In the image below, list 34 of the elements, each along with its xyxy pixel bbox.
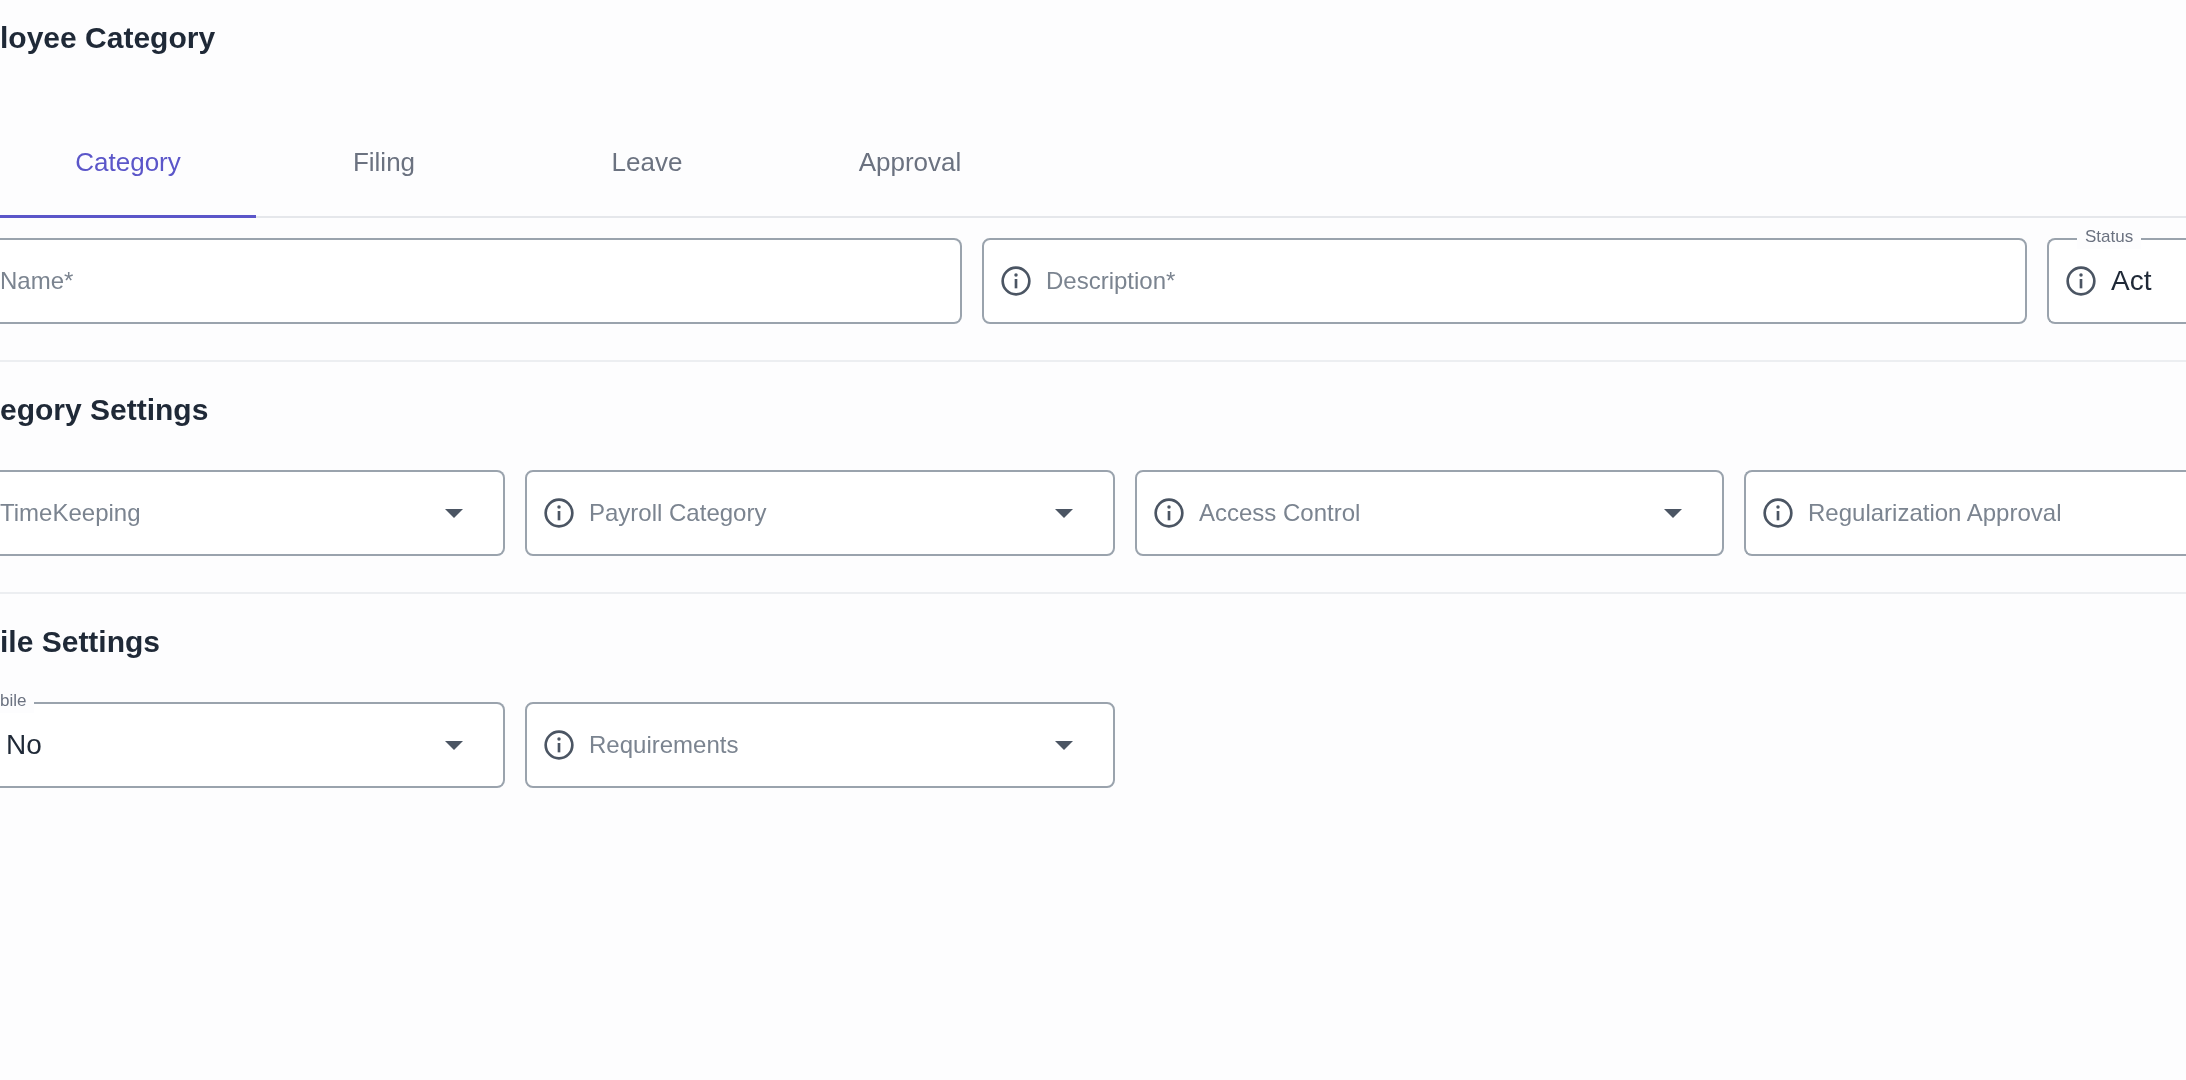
- field-value: Act: [2111, 264, 2152, 298]
- info-icon: [1153, 497, 1185, 529]
- info-icon: [1762, 497, 1794, 529]
- input-field[interactable]: Name*: [0, 238, 962, 324]
- info-icon: [1000, 265, 1032, 297]
- info-icon: [543, 497, 575, 529]
- text-input[interactable]: Description*: [1046, 263, 2025, 299]
- section-heading: ile Settings: [0, 624, 161, 660]
- caret-icon[interactable]: [1664, 508, 1682, 518]
- text-input[interactable]: Payroll Category: [589, 495, 1041, 531]
- tab[interactable]: Approval: [782, 110, 1038, 218]
- text-input[interactable]: Requirements: [589, 727, 1041, 763]
- info-icon: [543, 729, 575, 761]
- text-input[interactable]: Access Control: [1199, 495, 1650, 531]
- tab[interactable]: Filing: [256, 110, 512, 218]
- text-input[interactable]: Name*: [0, 263, 960, 299]
- input-field[interactable]: Description*: [982, 238, 2027, 324]
- info-icon: [2065, 265, 2097, 297]
- text-input[interactable]: Regularization Approval: [1808, 495, 2186, 531]
- text-input[interactable]: TimeKeeping: [0, 495, 431, 531]
- caret-icon[interactable]: [1055, 740, 1073, 750]
- dropdown-field[interactable]: TimeKeeping: [0, 470, 505, 556]
- dropdown-field[interactable]: Requirements: [525, 702, 1115, 788]
- dropdown-field[interactable]: Access Control: [1135, 470, 1724, 556]
- dropdown-field[interactable]: Payroll Category: [525, 470, 1115, 556]
- section-heading: egory Settings: [0, 392, 209, 428]
- caret-icon[interactable]: [1055, 508, 1073, 518]
- tab[interactable]: Category: [0, 110, 256, 218]
- field-value: No: [5, 728, 42, 762]
- caret-icon[interactable]: [445, 740, 463, 750]
- caret-icon[interactable]: [445, 508, 463, 518]
- tab[interactable]: Leave: [512, 110, 782, 218]
- input-field[interactable]: Regularization Approval: [1744, 470, 2186, 556]
- page-title: loyee Category: [0, 20, 216, 56]
